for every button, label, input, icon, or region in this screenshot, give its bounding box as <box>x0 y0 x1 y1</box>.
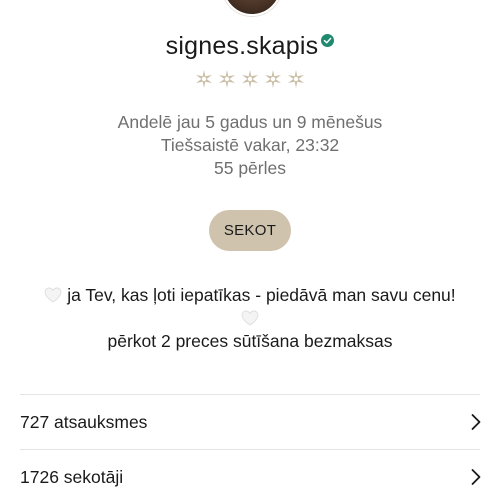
star-icon <box>288 70 304 88</box>
avatar[interactable] <box>222 0 282 16</box>
bio-heart-line <box>0 307 500 330</box>
chevron-right-icon <box>471 469 481 485</box>
bio-line-2: pērkot 2 preces sūtīšana bezmaksas <box>107 331 393 351</box>
reviews-label: 727 atsauksmes <box>20 411 148 432</box>
verified-badge-icon <box>321 34 335 47</box>
star-icon <box>265 70 281 88</box>
reviews-row[interactable]: 727 atsauksmes <box>20 402 482 442</box>
profile-page: signes.skapis Andelē jau 5 gadus un 9 mē… <box>0 0 500 500</box>
star-icon <box>196 70 212 88</box>
follow-button[interactable]: SEKOT <box>209 210 291 251</box>
rating-stars[interactable] <box>0 68 500 90</box>
bio-text-1: ja Tev, kas ļoti iepatīkas - piedāvā man… <box>67 285 456 305</box>
divider <box>20 449 480 450</box>
profile-info: Andelē jau 5 gadus un 9 mēnešus Tiešsais… <box>0 111 500 180</box>
white-heart-icon <box>241 310 259 326</box>
bio: ja Tev, kas ļoti iepatīkas - piedāvā man… <box>0 284 500 353</box>
followers-row[interactable]: 1726 sekotāji <box>20 457 482 497</box>
star-icon <box>242 70 258 88</box>
username: signes.skapis <box>165 32 319 60</box>
chevron-right-icon <box>471 414 481 430</box>
pearls-count: 55 pērles <box>214 158 286 178</box>
white-heart-icon <box>44 287 62 303</box>
username-row: signes.skapis <box>0 32 500 61</box>
divider <box>20 394 480 395</box>
last-online: Tiešsaistē vakar, 23:32 <box>160 135 340 155</box>
member-since: Andelē jau 5 gadus un 9 mēnešus <box>117 112 383 132</box>
followers-label: 1726 sekotāji <box>20 466 124 487</box>
bio-line-1: ja Tev, kas ļoti iepatīkas - piedāvā man… <box>0 284 500 307</box>
star-icon <box>219 70 235 88</box>
